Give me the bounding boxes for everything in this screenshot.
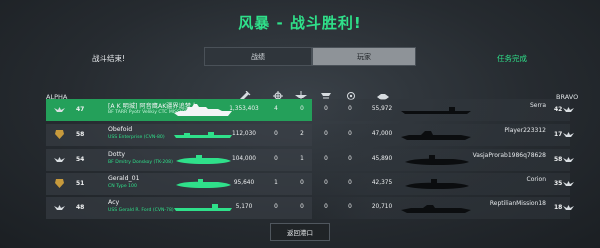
scoreboard-row[interactable]: 47 [A K 明城] 阿音鹰AK疆界追梦人 BF TARR Pyotr Velik… <box>46 99 574 121</box>
player-level: 54 <box>76 156 85 163</box>
enemy-player-level: 17 <box>554 131 563 138</box>
enemy-ship-silhouette-icon <box>401 131 471 140</box>
player-ship-name: USS Gerald R. Ford (CVN-78) <box>108 208 174 213</box>
scoreboard-row[interactable]: 51 Gerald_01 CN Type 100 95,640 1 0 0 0 42,375 Co… <box>46 173 574 195</box>
enemy-player-name: Player223312 <box>504 127 546 134</box>
player-level: 58 <box>76 131 85 138</box>
battle-end-label: 战斗结束! <box>92 54 126 63</box>
enemy-rank-icon <box>563 205 574 210</box>
return-to-port-button[interactable]: 返回港口 <box>270 223 330 241</box>
enemy-player-name: ReptilianMission18 <box>489 200 546 207</box>
player-level: 51 <box>76 180 85 187</box>
player-name: Obefoid <box>108 126 133 133</box>
enemy-player-name: VasjaProrab1986q78628 <box>472 152 546 159</box>
stat-score: 20,710 <box>371 204 393 210</box>
rank-medal-icon <box>55 179 64 188</box>
tab-players[interactable]: 玩家 <box>312 47 416 66</box>
player-level: 48 <box>76 204 85 211</box>
player-ship-name: USS Enterprise (CVN-80) <box>108 135 165 140</box>
rank-wings-icon <box>54 157 65 162</box>
player-name: Gerald_01 <box>108 175 140 182</box>
player-name: Dotty <box>108 151 126 158</box>
enemy-rank-icon <box>563 157 574 162</box>
enemy-ship-silhouette-icon <box>401 107 471 114</box>
rank-wings-icon <box>54 205 65 210</box>
enemy-player-level: 35 <box>554 180 563 187</box>
enemy-player-level: 58 <box>554 156 563 163</box>
scoreboard-row[interactable]: 54 Dotty BF Dmitry Donskoy (TK-208) 104,000… <box>46 149 574 171</box>
rank-wings-icon <box>54 107 65 112</box>
scoreboard-row[interactable]: 48 Acy USS Gerald R. Ford (CVN-78) 5,170 0 0 0… <box>46 197 574 219</box>
player-name: Acy <box>108 199 120 206</box>
player-ship-name: CN Type 100 <box>108 184 137 189</box>
page-title: 风暴 - 战斗胜利! <box>238 14 362 32</box>
enemy-rank-icon <box>563 181 574 186</box>
player-ship-name: BF Dmitry Donskoy (TK-208) <box>108 160 173 165</box>
player-level: 47 <box>76 106 85 113</box>
enemy-rank-icon <box>563 132 574 137</box>
mission-complete-label: 任务完成 <box>497 54 527 63</box>
rank-medal-icon <box>55 130 64 139</box>
enemy-player-name: Corion <box>526 176 546 183</box>
stat-score: 55,972 <box>371 106 393 112</box>
enemy-ship-silhouette-icon <box>405 155 469 165</box>
enemy-player-name: Serra <box>529 102 546 109</box>
stat-score: 47,000 <box>371 131 393 137</box>
scoreboard-row[interactable]: 58 Obefoid USS Enterprise (CVN-80) 112,030 0… <box>46 124 574 146</box>
stat-score: 45,890 <box>371 156 393 162</box>
stat-score: 42,375 <box>371 180 393 186</box>
enemy-player-level: 42 <box>554 106 563 113</box>
enemy-rank-icon <box>563 107 574 112</box>
enemy-ship-silhouette-icon <box>401 205 471 213</box>
enemy-player-level: 18 <box>554 204 563 211</box>
enemy-ship-silhouette-icon <box>405 179 469 189</box>
tab-record[interactable]: 战绩 <box>204 47 312 66</box>
tab-bar: 战绩 玩家 <box>204 47 416 66</box>
